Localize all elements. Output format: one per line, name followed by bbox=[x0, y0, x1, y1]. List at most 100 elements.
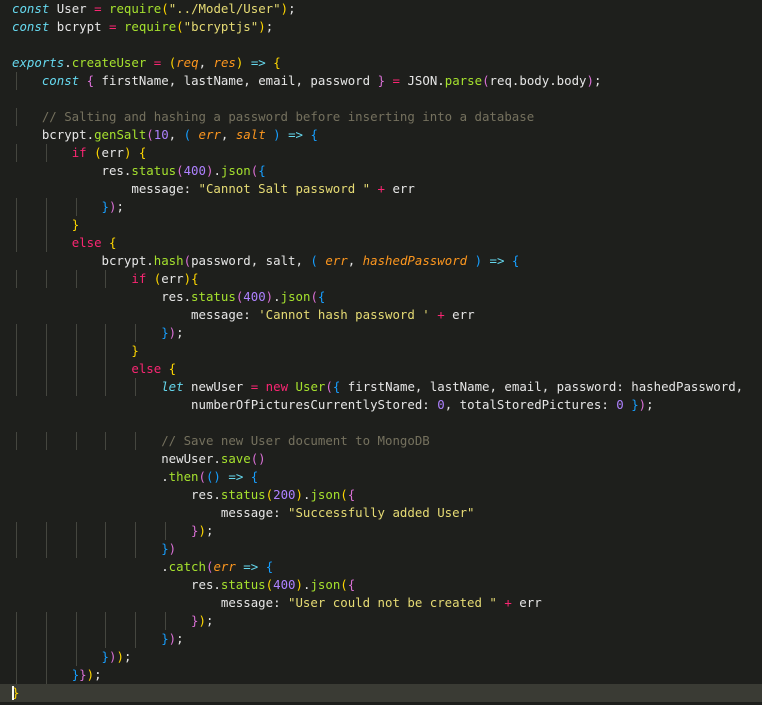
code-line[interactable]: }); bbox=[0, 630, 762, 648]
code-line[interactable]: }); bbox=[0, 612, 762, 630]
indent-guide bbox=[16, 540, 17, 558]
text-cursor bbox=[12, 686, 14, 700]
code-line[interactable]: const { firstName, lastName, email, pass… bbox=[0, 72, 762, 90]
code-line[interactable]: } bbox=[0, 684, 762, 702]
code-line[interactable]: message: 'Cannot hash password ' + err bbox=[0, 306, 762, 324]
code-token: catch bbox=[168, 559, 206, 574]
indent-guide bbox=[105, 342, 107, 360]
indent-guide bbox=[16, 648, 17, 666]
code-line[interactable]: else { bbox=[0, 234, 762, 252]
code-line[interactable]: else { bbox=[0, 360, 762, 378]
code-line[interactable]: } bbox=[0, 216, 762, 234]
code-token: newUser. bbox=[12, 451, 221, 466]
code-line[interactable]: }) bbox=[0, 540, 762, 558]
code-line[interactable]: message: "Successfully added User" bbox=[0, 504, 762, 522]
code-token: ; bbox=[288, 1, 296, 16]
code-line[interactable]: if (err){ bbox=[0, 270, 762, 288]
code-token: err bbox=[101, 145, 124, 160]
code-line[interactable]: if (err) { bbox=[0, 144, 762, 162]
code-line[interactable]: const bcrypt = require("bcryptjs"); bbox=[0, 18, 762, 36]
code-line[interactable]: bcrypt.genSalt(10, ( err, salt ) => { bbox=[0, 126, 762, 144]
code-line[interactable]: message: "User could not be created " + … bbox=[0, 594, 762, 612]
indent-guide bbox=[75, 378, 77, 396]
code-line[interactable]: res.status(400).json({ bbox=[0, 576, 762, 594]
code-token: ) bbox=[198, 613, 206, 628]
code-token: message: bbox=[12, 307, 259, 322]
code-line[interactable]: .then(() => { bbox=[0, 468, 762, 486]
code-line[interactable]: }); bbox=[0, 324, 762, 342]
code-line[interactable]: newUser.save() bbox=[0, 450, 762, 468]
code-token: . bbox=[64, 55, 72, 70]
indent-guide bbox=[135, 540, 137, 558]
code-line[interactable]: // Save new User document to MongoDB bbox=[0, 432, 762, 450]
indent-guide bbox=[16, 108, 17, 126]
code-token: { bbox=[168, 361, 177, 376]
indent-guide bbox=[105, 324, 107, 342]
code-line[interactable]: let newUser = new User({ firstName, last… bbox=[0, 378, 762, 396]
code-token: ; bbox=[646, 397, 654, 412]
indent-guide bbox=[16, 630, 17, 648]
code-token: ( bbox=[94, 145, 102, 160]
indent-guide bbox=[45, 378, 47, 396]
indent-guide bbox=[16, 234, 17, 252]
indent-guide bbox=[16, 612, 17, 630]
code-token: } bbox=[161, 541, 169, 556]
indent-guide bbox=[16, 342, 17, 360]
code-line[interactable]: res.status(200).json({ bbox=[0, 486, 762, 504]
code-line[interactable]: }); bbox=[0, 522, 762, 540]
code-line[interactable]: exports.createUser = (req, res) => { bbox=[0, 54, 762, 72]
indent-guide bbox=[45, 198, 47, 216]
indent-guide bbox=[75, 342, 77, 360]
code-token: createUser bbox=[71, 55, 147, 70]
code-token: 400 bbox=[243, 289, 266, 304]
code-token: ( bbox=[176, 163, 184, 178]
code-line[interactable] bbox=[0, 36, 762, 54]
code-token: ( bbox=[176, 19, 184, 34]
code-line[interactable]: message: "Cannot Salt password " + err bbox=[0, 180, 762, 198]
code-line[interactable]: }}); bbox=[0, 666, 762, 684]
code-line[interactable]: } bbox=[0, 342, 762, 360]
code-token: status bbox=[220, 577, 266, 592]
code-token: const bbox=[12, 19, 50, 34]
code-line[interactable]: numberOfPicturesCurrentlyStored: 0, tota… bbox=[0, 396, 762, 414]
code-token: const bbox=[41, 73, 80, 88]
indent-guide bbox=[16, 378, 17, 396]
code-editor[interactable]: const User = require("../Model/User"); co… bbox=[0, 0, 762, 705]
code-line[interactable]: res.status(400).json({ bbox=[0, 288, 762, 306]
code-token: { bbox=[317, 289, 326, 304]
code-token: ) bbox=[280, 1, 289, 16]
code-token: = bbox=[392, 73, 400, 88]
code-token: 400 bbox=[273, 577, 296, 592]
code-token: "User could not be created " bbox=[288, 595, 497, 610]
code-line[interactable] bbox=[0, 90, 762, 108]
code-line[interactable]: })); bbox=[0, 648, 762, 666]
indent-guide bbox=[105, 630, 107, 648]
code-line[interactable]: bcrypt.hash(password, salt, ( err, hashe… bbox=[0, 252, 762, 270]
code-token: err bbox=[444, 307, 475, 322]
code-token: { bbox=[258, 163, 266, 178]
code-line[interactable]: // Salting and hashing a password before… bbox=[0, 108, 762, 126]
code-line[interactable]: .catch(err => { bbox=[0, 558, 762, 576]
code-line[interactable] bbox=[0, 414, 762, 432]
indent-guide bbox=[16, 198, 17, 216]
code-token: } bbox=[101, 199, 109, 214]
code-line[interactable]: res.status(400).json({ bbox=[0, 162, 762, 180]
code-token: exports bbox=[12, 55, 65, 70]
code-token: { bbox=[191, 271, 199, 286]
code-token: ( bbox=[265, 487, 274, 502]
code-line[interactable]: const User = require("../Model/User"); bbox=[0, 0, 762, 18]
code-line[interactable]: }); bbox=[0, 198, 762, 216]
